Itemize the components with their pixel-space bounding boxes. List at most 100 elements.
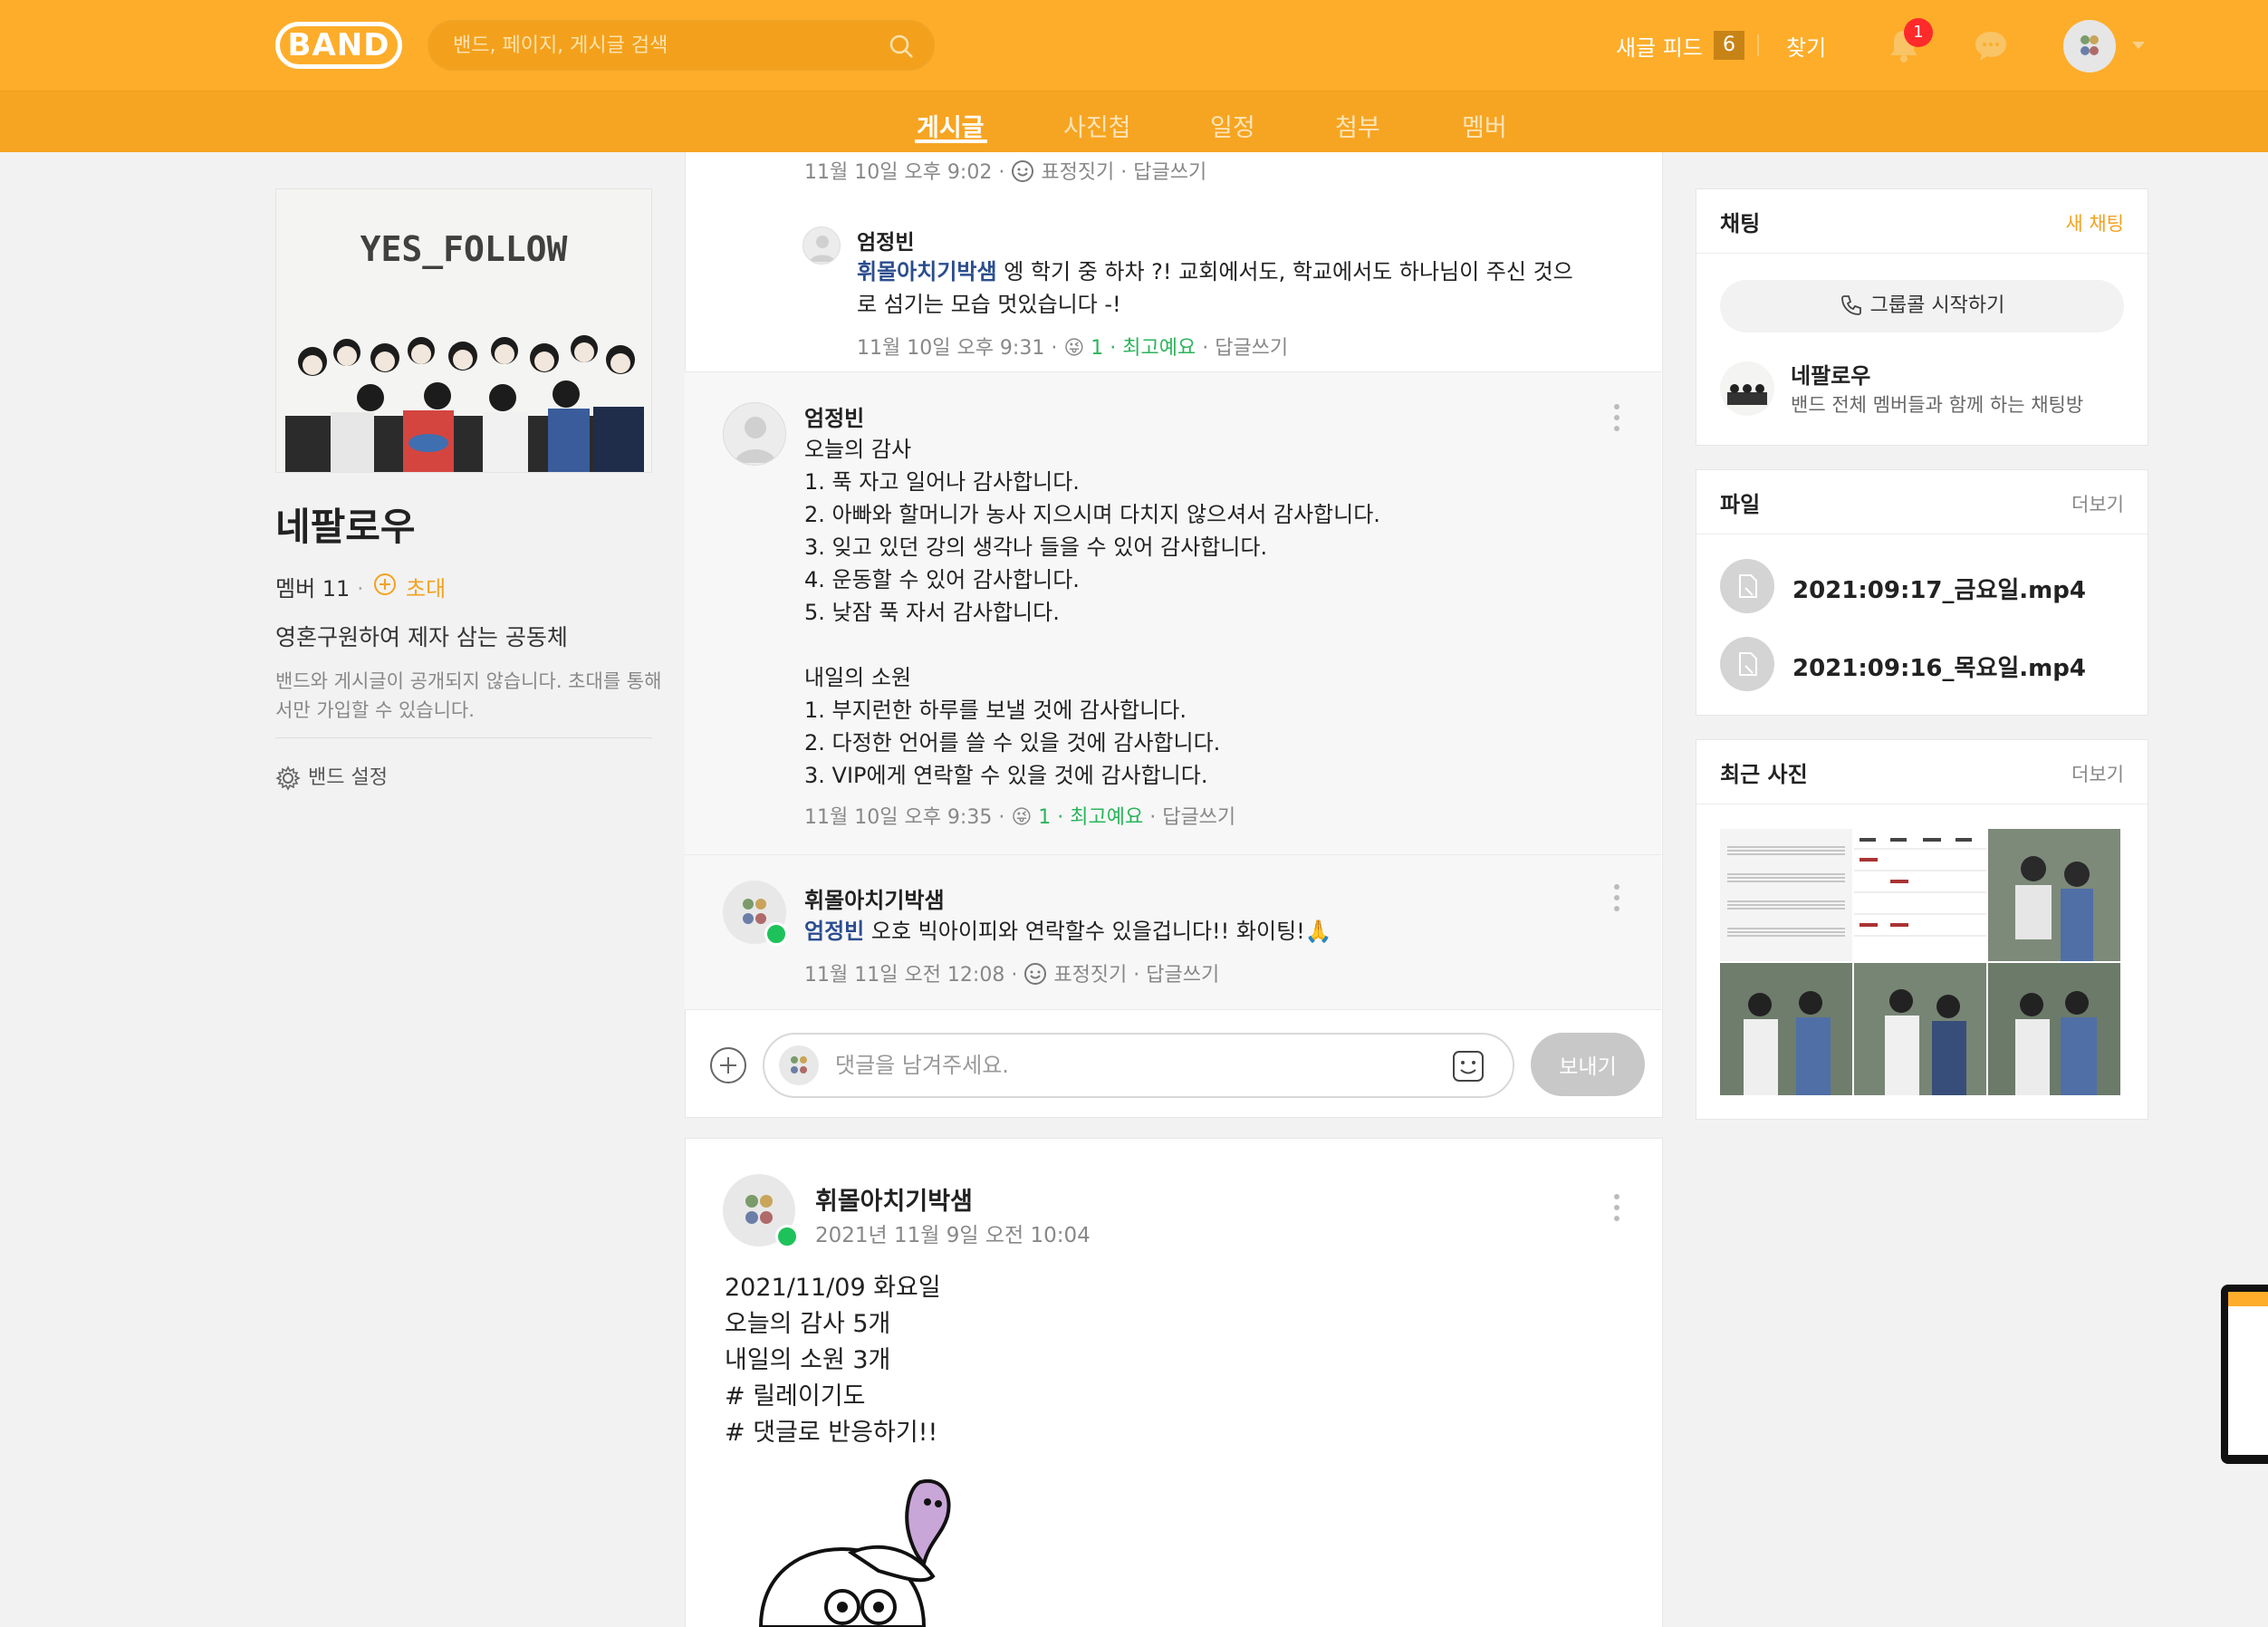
comment-line: [804, 629, 1380, 661]
search-icon[interactable]: [888, 33, 915, 60]
profile-menu-caret-icon[interactable]: [2132, 42, 2145, 49]
smile-icon[interactable]: [1011, 159, 1034, 183]
photo-thumbnail[interactable]: [1988, 829, 2120, 961]
band-cover-image[interactable]: YES_FOLLOW: [275, 188, 652, 473]
avatar[interactable]: [802, 226, 841, 265]
group-call-button[interactable]: 그룹콜 시작하기: [1720, 280, 2124, 332]
chat-room-name[interactable]: 네팔로우: [1791, 358, 1870, 390]
chat-panel: 채팅 새 채팅 그룹콜 시작하기 네팔로우 밴드 전체 멤버들과 함께 하는 채…: [1696, 188, 2148, 446]
avatar[interactable]: [723, 402, 786, 466]
search-box[interactable]: [428, 20, 935, 71]
floating-widget[interactable]: [2221, 1285, 2268, 1464]
comment-line: 오늘의 감사: [804, 437, 912, 462]
band-settings-link[interactable]: 밴드 설정: [275, 761, 388, 791]
photo-thumbnail[interactable]: [1854, 829, 1986, 961]
file-icon: [1720, 637, 1774, 691]
comment-timestamp: 11월 10일 오후 9:35 ·: [804, 806, 1005, 829]
attach-plus-button[interactable]: [710, 1047, 746, 1083]
reaction-count[interactable]: 1: [1038, 806, 1051, 829]
chat-icon[interactable]: [1973, 29, 2009, 63]
crown-icon: [775, 1225, 799, 1248]
more-options-icon[interactable]: [1614, 404, 1621, 435]
reply-button[interactable]: 답글쓰기: [1133, 161, 1206, 184]
video-file-icon: [1739, 574, 1757, 598]
react-button[interactable]: 표정짓기: [1041, 161, 1114, 184]
recent-photos-title: 최근 사진: [1720, 762, 1808, 787]
band-description: 영혼구원하여 제자 삼는 공동체: [275, 624, 568, 650]
comment-author[interactable]: 엄정빈: [804, 400, 864, 432]
comment-line: 4. 운동할 수 있어 감사합니다.: [804, 567, 1080, 592]
photos-more-link[interactable]: 더보기: [2071, 760, 2124, 787]
tab-schedule[interactable]: 일정: [1210, 108, 1255, 143]
reply-button[interactable]: 답글쓰기: [1162, 806, 1235, 829]
search-input[interactable]: [453, 22, 879, 69]
comment-author[interactable]: 휘몰아치기박샘: [804, 882, 945, 914]
phone-icon: [1840, 295, 1861, 315]
comment-timestamp: 11월 11일 오전 12:08 ·: [804, 964, 1018, 987]
comment-input[interactable]: [835, 1047, 1397, 1083]
mention-link[interactable]: 엄정빈: [804, 919, 864, 944]
post-author[interactable]: 휘몰아치기박샘: [815, 1181, 973, 1217]
comment-text: 오늘의 감사 1. 푹 자고 일어나 감사합니다. 2. 아빠와 할머니가 농사…: [804, 433, 1380, 792]
mention-link[interactable]: 휘몰아치기박샘: [857, 259, 997, 284]
react-button[interactable]: 표정짓기: [1053, 964, 1127, 987]
files-more-link[interactable]: 더보기: [2071, 490, 2124, 517]
file-name[interactable]: 2021:09:16_목요일.mp4: [1792, 650, 2086, 683]
sticker-icon[interactable]: [1451, 1049, 1485, 1083]
smile-icon[interactable]: [1023, 962, 1047, 986]
tab-attachments[interactable]: 첨부: [1335, 108, 1380, 143]
files-panel: 파일 더보기 2021:09:17_금요일.mp4 2021:09:16_목요일…: [1696, 469, 2148, 716]
people-photo: [1988, 829, 2120, 961]
photo-thumbnail[interactable]: [1720, 829, 1852, 961]
reply-button[interactable]: 답글쓰기: [1146, 964, 1219, 987]
comment-line: 2. 아빠와 할머니가 농사 지으시며 다치지 않으셔서 감사합니다.: [804, 502, 1380, 527]
post-line[interactable]: # 댓글로 반응하기!!: [725, 1415, 941, 1451]
tab-posts[interactable]: 게시글: [917, 108, 985, 143]
avatar-image: [2081, 35, 2099, 55]
invite-plus-icon[interactable]: [373, 573, 397, 596]
reaction-count[interactable]: 1: [1091, 337, 1103, 360]
photo-thumbnail[interactable]: [1720, 963, 1852, 1095]
people-photo: [1854, 963, 1986, 1095]
new-feed-link[interactable]: 새글 피드: [1616, 30, 1703, 62]
post-line: 내일의 소원 3개: [725, 1346, 891, 1374]
sheet-music-image: [1727, 846, 1845, 937]
default-avatar-icon: [810, 236, 835, 262]
gear-icon: [275, 765, 301, 791]
photo-thumbnail[interactable]: [1988, 963, 2120, 1095]
people-photo: [1720, 963, 1852, 1095]
widget-body: [2228, 1306, 2268, 1455]
post-line[interactable]: # 릴레이기도: [725, 1379, 941, 1415]
sub-navigation: 게시글 사진첩 일정 첨부 멤버: [0, 91, 2268, 152]
member-count[interactable]: 멤버 11 ·: [275, 571, 364, 602]
tab-members[interactable]: 멤버: [1462, 108, 1507, 143]
avatar-image: [791, 1056, 807, 1073]
header-divider: [1757, 34, 1759, 56]
divider: [685, 1009, 1661, 1010]
avatar: [779, 1045, 819, 1085]
more-options-icon[interactable]: [1614, 884, 1621, 915]
more-options-icon[interactable]: [1614, 1194, 1621, 1225]
new-chat-link[interactable]: 새 채팅: [2065, 209, 2124, 236]
comment-author[interactable]: 엄정빈: [857, 225, 914, 255]
file-name[interactable]: 2021:09:17_금요일.mp4: [1792, 572, 2086, 605]
comment-meta: 11월 10일 오후 9:35 · 😜 1 · 최고예요 · 답글쓰기: [804, 806, 1236, 829]
cover-title: YES_FOLLOW: [360, 229, 568, 269]
comment-body: 오호 빅아이피와 연락할수 있을겁니다!! 화이팅!🙏: [864, 919, 1332, 944]
band-logo[interactable]: BAND: [275, 22, 402, 69]
invite-link[interactable]: 초대: [406, 571, 446, 602]
comment-line: 3. VIP에게 연락할 수 있을 것에 감사합니다.: [804, 763, 1208, 788]
send-button[interactable]: 보내기: [1531, 1033, 1645, 1096]
reaction-label[interactable]: 최고예요: [1070, 806, 1143, 829]
reaction-label[interactable]: 최고예요: [1122, 337, 1196, 360]
reply-button[interactable]: 답글쓰기: [1215, 337, 1288, 360]
tab-photos[interactable]: 사진첩: [1063, 108, 1131, 143]
profile-avatar[interactable]: [2063, 20, 2116, 72]
post-line: 오늘의 감사 5개: [725, 1310, 891, 1338]
new-feed-count-badge: 6: [1714, 31, 1744, 60]
find-link[interactable]: 찾기: [1786, 30, 1826, 62]
chat-room-avatar[interactable]: [1720, 361, 1774, 416]
chat-panel-title: 채팅: [1720, 211, 1761, 236]
comment-input-box[interactable]: [763, 1033, 1514, 1098]
photo-thumbnail[interactable]: [1854, 963, 1986, 1095]
